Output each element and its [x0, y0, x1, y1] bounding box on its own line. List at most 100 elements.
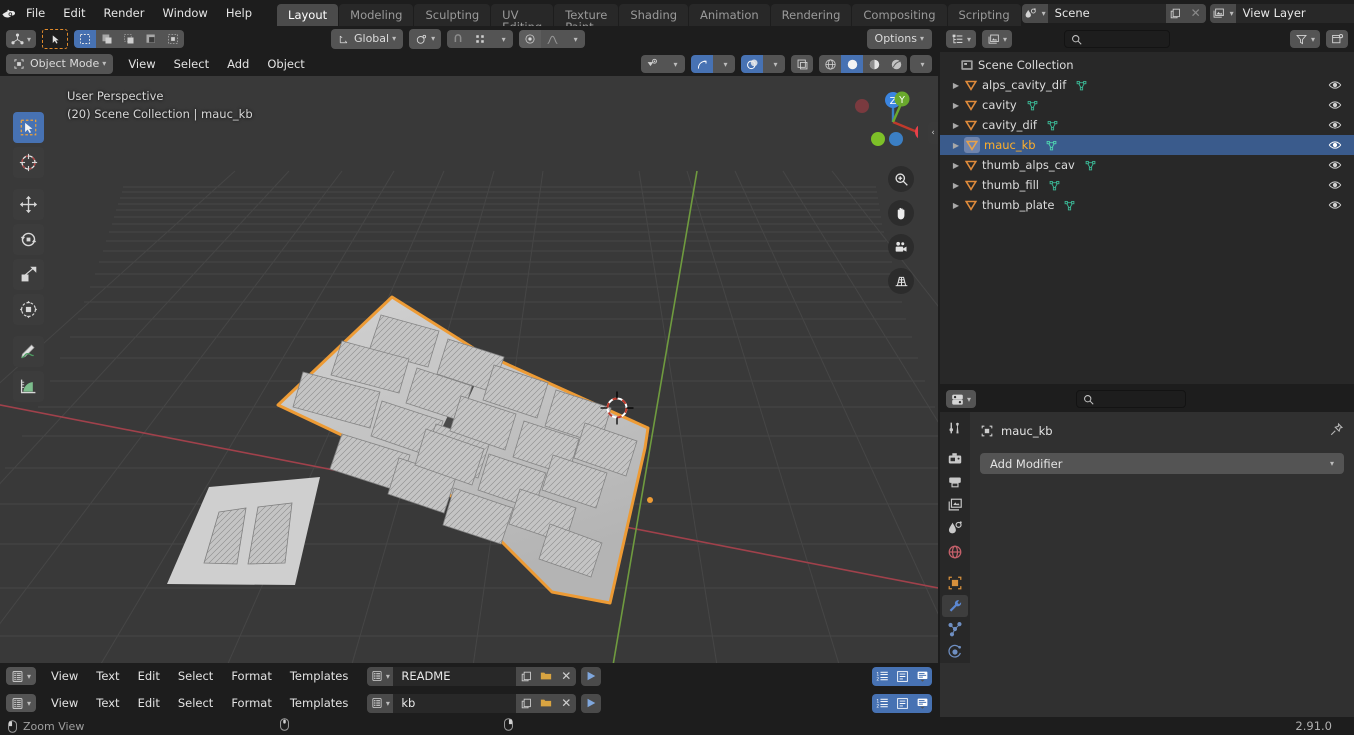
options-dropdown[interactable]: Options ▾	[866, 29, 932, 49]
object-tab[interactable]	[942, 571, 968, 593]
new-text-icon[interactable]	[516, 693, 537, 713]
outliner-row-thumb-fill[interactable]: ▶ thumb_fill	[940, 175, 1354, 195]
add-modifier-button[interactable]: Add Modifier ▾	[980, 453, 1344, 474]
tab-animation[interactable]: Animation	[689, 4, 770, 26]
new-text-icon[interactable]	[516, 666, 537, 686]
tab-compositing[interactable]: Compositing	[852, 4, 947, 26]
object-mode-dropdown[interactable]: Object Mode ▾	[6, 54, 114, 74]
expand-arrow-icon[interactable]: ▶	[948, 201, 964, 210]
text-menu-select[interactable]: Select	[169, 666, 222, 686]
text-menu-select[interactable]: Select	[169, 693, 222, 713]
expand-arrow-icon[interactable]: ▶	[948, 141, 964, 150]
viewport-menu-add[interactable]: Add	[218, 54, 258, 74]
outliner-row-mauc-kb[interactable]: ▶ mauc_kb	[940, 135, 1354, 155]
run-script-button[interactable]	[581, 666, 602, 686]
camera-icon[interactable]	[888, 234, 914, 260]
outliner-row-cavity[interactable]: ▶ cavity	[940, 95, 1354, 115]
cursor-tool[interactable]	[13, 147, 44, 178]
text-menu-edit[interactable]: Edit	[129, 693, 169, 713]
transform-tool[interactable]	[13, 294, 44, 325]
outliner-search-input[interactable]	[1064, 30, 1170, 48]
menu-help[interactable]: Help	[217, 4, 261, 22]
chevron-down-icon[interactable]: ▾	[563, 30, 586, 48]
tab-modeling[interactable]: Modeling	[339, 4, 414, 26]
scene-icon[interactable]: ▾	[1021, 3, 1048, 23]
open-text-icon[interactable]	[536, 693, 557, 713]
outliner-row-cavity-dif[interactable]: ▶ cavity_dif	[940, 115, 1354, 135]
visibility-eye-icon[interactable]	[1328, 78, 1342, 95]
output-tab[interactable]	[942, 471, 968, 493]
chevron-down-icon[interactable]: ▾	[663, 55, 685, 73]
select-invert-icon[interactable]	[140, 30, 162, 48]
display-mode-icon[interactable]: ▾	[982, 30, 1012, 48]
expand-arrow-icon[interactable]: ▶	[948, 181, 964, 190]
chevron-down-icon[interactable]: ▾	[763, 55, 785, 73]
word-wrap-toggle[interactable]	[892, 666, 912, 686]
syntax-highlight-toggle[interactable]	[912, 666, 932, 686]
unlink-text-icon[interactable]: ✕	[556, 693, 577, 713]
transform-orientation-group[interactable]: Global ▾ ▾ ▾ ▾	[331, 29, 586, 49]
viewport-menu-view[interactable]: View	[119, 54, 164, 74]
falloff-curve-icon[interactable]	[541, 30, 564, 48]
text-menu-edit[interactable]: Edit	[129, 666, 169, 686]
tab-texture-paint[interactable]: Texture Paint	[554, 4, 619, 33]
viewport-menu-select[interactable]: Select	[165, 54, 218, 74]
tab-uv-editing[interactable]: UV Editing	[491, 4, 554, 33]
menu-edit[interactable]: Edit	[54, 4, 94, 22]
text-datablock-selector-2[interactable]: ▾ kb ✕	[367, 693, 577, 713]
pivot-point-dropdown[interactable]: ▾	[409, 29, 442, 49]
visibility-eye-icon[interactable]	[1328, 198, 1342, 215]
particles-tab[interactable]	[942, 618, 968, 640]
shading-rendered-icon[interactable]	[885, 55, 907, 73]
outliner-row-thumb-plate[interactable]: ▶ thumb_plate	[940, 195, 1354, 215]
visibility-eye-icon[interactable]	[1328, 158, 1342, 175]
select-set-icon[interactable]	[74, 30, 96, 48]
expand-arrow-icon[interactable]: ▶	[948, 161, 964, 170]
line-numbers-toggle[interactable]: 1 2	[872, 693, 892, 713]
object-visibility-icon[interactable]	[641, 55, 663, 73]
editor-type-3dview-icon[interactable]: ▾	[6, 30, 36, 48]
view-layer-name[interactable]: View Layer	[1236, 6, 1354, 20]
scene-selector[interactable]: ▾ Scene ✕	[1021, 3, 1206, 23]
outliner-row-scene-collection[interactable]: Scene Collection	[940, 55, 1354, 75]
text-menu-templates[interactable]: Templates	[281, 693, 357, 713]
shading-solid-icon[interactable]	[841, 55, 863, 73]
syntax-highlight-toggle[interactable]	[912, 693, 932, 713]
scene-name[interactable]: Scene	[1048, 6, 1166, 20]
show-gizmo-icon[interactable]	[691, 55, 713, 73]
unlink-text-icon[interactable]: ✕	[556, 666, 577, 686]
viewport-menu-object[interactable]: Object	[258, 54, 313, 74]
visibility-eye-icon[interactable]	[1328, 118, 1342, 135]
chevron-down-icon[interactable]: ▾	[910, 55, 932, 73]
text-menu-format[interactable]: Format	[222, 693, 281, 713]
physics-tab[interactable]	[942, 641, 968, 663]
tool-tab[interactable]	[942, 417, 968, 439]
shading-material-preview-icon[interactable]	[863, 55, 885, 73]
tab-sculpting[interactable]: Sculpting	[414, 4, 491, 26]
scale-tool[interactable]	[13, 259, 44, 290]
editor-type-outliner-icon[interactable]: ▾	[946, 30, 976, 48]
text-datablock-icon[interactable]: ▾	[367, 666, 394, 686]
text-datablock-icon[interactable]: ▾	[367, 693, 394, 713]
pin-icon[interactable]	[1329, 422, 1344, 440]
show-overlays-icon[interactable]	[741, 55, 763, 73]
editor-type-text-icon[interactable]: ▾	[6, 667, 36, 685]
chevron-down-icon[interactable]: ▾	[491, 30, 514, 48]
editor-type-text-icon[interactable]: ▾	[6, 694, 36, 712]
annotate-tool[interactable]	[13, 336, 44, 367]
viewport-canvas[interactable]: User Perspective (20) Scene Collection |…	[0, 76, 938, 663]
text-menu-templates[interactable]: Templates	[281, 666, 357, 686]
view-layer-selector[interactable]: ▾ View Layer ✕	[1209, 3, 1354, 23]
scene-tab[interactable]	[942, 517, 968, 539]
text-datablock-name-1[interactable]: README	[393, 669, 516, 683]
visibility-eye-icon[interactable]	[1328, 98, 1342, 115]
ortho-grid-icon[interactable]	[888, 268, 914, 294]
filter-icon[interactable]: ▾	[1290, 30, 1320, 48]
menu-render[interactable]: Render	[95, 4, 154, 22]
proportional-edit-icon[interactable]	[519, 30, 542, 48]
select-extend-icon[interactable]	[96, 30, 118, 48]
navigation-gizmo[interactable]: Z Y X	[842, 84, 918, 160]
properties-search-input[interactable]	[1076, 390, 1186, 408]
expand-arrow-icon[interactable]: ▶	[948, 101, 964, 110]
tab-rendering[interactable]: Rendering	[770, 4, 852, 26]
